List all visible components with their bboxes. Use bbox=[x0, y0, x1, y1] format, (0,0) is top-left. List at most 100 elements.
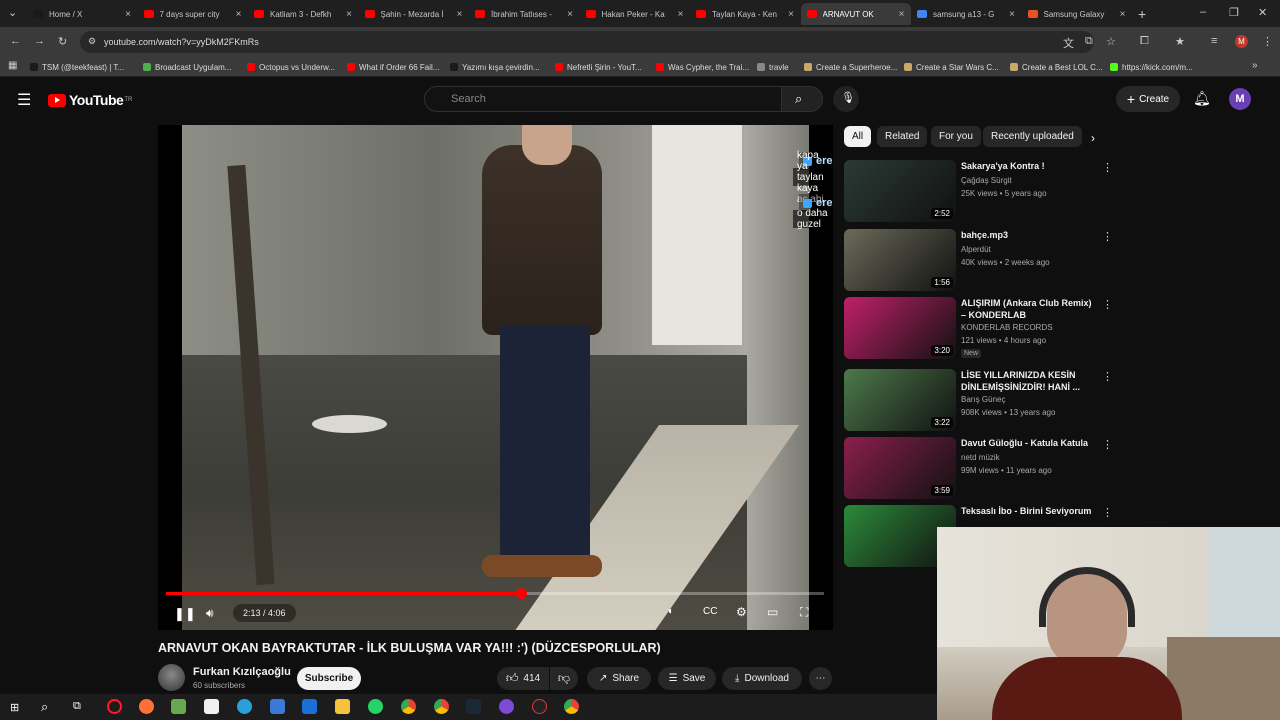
recommendation-thumbnail[interactable]: 1:56 bbox=[844, 229, 956, 291]
channel-avatar[interactable] bbox=[158, 664, 185, 691]
extension-puzzle-icon[interactable]: ★ bbox=[1175, 35, 1185, 48]
recommendation-title[interactable]: bahçe.mp3 bbox=[961, 229, 1096, 241]
bookmark-item[interactable]: Octopus vs Underw... bbox=[247, 60, 335, 74]
browser-tab[interactable]: Katliam 3 - Defkh × bbox=[248, 3, 358, 25]
bookmark-item[interactable]: Create a Best LOL C... bbox=[1010, 60, 1103, 74]
recommendation-item[interactable]: 3:59 Davut Güloğlu - Katula Katula netd mü… bbox=[844, 437, 1209, 499]
bookmark-item[interactable]: travle bbox=[757, 60, 789, 74]
menu-icon[interactable]: ⋮ bbox=[1262, 35, 1273, 48]
video-player[interactable]: eren243 kapa ya taylan kaya aç abi eren2… bbox=[158, 125, 833, 630]
browser-tab[interactable]: Samsung Galaxy × bbox=[1022, 3, 1132, 25]
browser-tab[interactable]: samsung a13 - G × bbox=[911, 3, 1021, 25]
chip-all[interactable]: All bbox=[844, 126, 872, 147]
extensions-icon[interactable]: ⧠ bbox=[1140, 35, 1149, 48]
profile-icon[interactable]: M bbox=[1235, 35, 1248, 48]
new-tab-icon[interactable]: + bbox=[1138, 6, 1146, 22]
whatsapp-icon[interactable] bbox=[368, 699, 383, 714]
app-icon-1[interactable] bbox=[171, 699, 186, 714]
more-actions-button[interactable]: ⋯ bbox=[809, 667, 832, 690]
bookmark-item[interactable]: https://kick.com/m... bbox=[1110, 60, 1193, 74]
bookmark-item[interactable]: What if Order 66 Fail... bbox=[347, 60, 439, 74]
subscribe-button[interactable]: Subscribe bbox=[297, 667, 361, 690]
hamburger-menu-icon[interactable]: ☰ bbox=[17, 90, 31, 110]
download-button[interactable]: ⤓ Download bbox=[722, 667, 802, 690]
chrome-icon-2[interactable] bbox=[434, 699, 449, 714]
translate-icon[interactable]: 文 bbox=[1063, 35, 1074, 51]
address-bar[interactable]: ⚙ youtube.com/watch?v=yyDkM2FKmRs bbox=[80, 31, 1094, 53]
more-vertical-icon[interactable]: ⋮ bbox=[1102, 506, 1113, 519]
fullscreen-icon[interactable]: ⛶ bbox=[800, 605, 808, 620]
more-vertical-icon[interactable]: ⋮ bbox=[1102, 438, 1113, 451]
save-button[interactable]: ☰ Save bbox=[658, 667, 716, 690]
bookmark-item[interactable]: Broadcast Uygulam... bbox=[143, 60, 231, 74]
channel-name[interactable]: Furkan Kızılçaoğlu bbox=[193, 666, 291, 678]
bookmark-item[interactable]: Create a Star Wars C... bbox=[904, 60, 999, 74]
browser-tab[interactable]: 7 days super city × bbox=[138, 3, 248, 25]
tab-close-icon[interactable]: × bbox=[788, 9, 794, 20]
more-vertical-icon[interactable]: ⋮ bbox=[1102, 230, 1113, 243]
search-button[interactable]: ⌕ bbox=[781, 86, 823, 112]
more-vertical-icon[interactable]: ⋮ bbox=[1102, 161, 1113, 174]
recommendation-thumbnail[interactable]: 2:52 bbox=[844, 160, 956, 222]
voice-search-button[interactable]: 🎙 bbox=[833, 86, 859, 112]
like-button[interactable]: 👍︎ 414 bbox=[497, 667, 549, 690]
tab-close-icon[interactable]: × bbox=[1009, 9, 1015, 20]
recommendation-channel[interactable]: Barış Güneç bbox=[961, 395, 1005, 404]
recommendation-item[interactable]: 3:22 LİSE YILLARINIZDA KESİN DİNLEMİŞSİNİ… bbox=[844, 369, 1209, 431]
bookmark-item[interactable]: Was Cypher, the Trai... bbox=[656, 60, 749, 74]
browser-tab[interactable]: Şahin - Mezarda İ × bbox=[359, 3, 469, 25]
create-button[interactable]: + Create bbox=[1116, 86, 1180, 112]
recommendation-thumbnail[interactable]: 3:59 bbox=[844, 437, 956, 499]
back-icon[interactable]: ← bbox=[10, 35, 21, 47]
chip-related[interactable]: Related bbox=[877, 126, 928, 147]
tab-close-icon[interactable]: × bbox=[899, 9, 905, 20]
file-explorer-icon[interactable] bbox=[335, 699, 350, 714]
tab-close-icon[interactable]: × bbox=[236, 9, 242, 20]
media-controls-icon[interactable]: ≡ bbox=[1211, 35, 1217, 47]
tab-close-icon[interactable]: × bbox=[1120, 9, 1126, 20]
dislike-button[interactable]: 👎︎ bbox=[550, 667, 578, 690]
recommendation-title[interactable]: ALIŞIRIM (Ankara Club Remix) – KONDERLAB bbox=[961, 297, 1096, 321]
tab-close-icon[interactable]: × bbox=[346, 9, 352, 20]
browser-tab[interactable]: İbrahim Tatlıses - × bbox=[469, 3, 579, 25]
app-icon-5[interactable] bbox=[532, 699, 547, 714]
bookmark-item[interactable]: TSM (@teekfeast) | T... bbox=[30, 60, 124, 74]
edge-icon[interactable] bbox=[237, 699, 252, 714]
taskbar-search-icon[interactable]: ⌕ bbox=[41, 699, 48, 715]
settings-gear-icon[interactable]: ⚙ bbox=[736, 605, 747, 619]
theater-mode-icon[interactable]: ▭ bbox=[767, 605, 778, 619]
more-vertical-icon[interactable]: ⋮ bbox=[1102, 298, 1113, 311]
chips-next-icon[interactable]: › bbox=[1091, 131, 1095, 145]
tab-close-icon[interactable]: × bbox=[125, 9, 131, 20]
volume-icon[interactable]: 🔊︎ bbox=[206, 606, 214, 621]
browser-tab[interactable]: ARNAVUT OK × bbox=[800, 3, 911, 25]
recommendation-title[interactable]: Teksaslı İbo - Birini Seviyorum bbox=[961, 505, 1096, 517]
task-view-icon[interactable]: ⧉ bbox=[73, 700, 81, 713]
recommendation-title[interactable]: LİSE YILLARINIZDA KESİN DİNLEMİŞSİNİZDİR… bbox=[961, 369, 1096, 393]
chrome-icon-3[interactable] bbox=[564, 699, 579, 714]
windows-start-icon[interactable]: ⊞ bbox=[10, 701, 19, 714]
recommendation-thumbnail[interactable]: 3:20 bbox=[844, 297, 956, 359]
recommendation-channel[interactable]: Alperdüt bbox=[961, 245, 991, 254]
account-avatar[interactable]: M bbox=[1229, 88, 1251, 110]
recommendation-channel[interactable]: KONDERLAB RECORDS bbox=[961, 323, 1053, 332]
bookmark-star-icon[interactable]: ☆ bbox=[1106, 35, 1116, 48]
search-input[interactable]: Search bbox=[424, 86, 782, 112]
opera-icon[interactable] bbox=[107, 699, 122, 714]
browser-tab[interactable]: Taylan Kaya - Ken × bbox=[690, 3, 800, 25]
firefox-icon[interactable] bbox=[139, 699, 154, 714]
apps-grid-icon[interactable]: ▦ bbox=[8, 60, 17, 71]
captions-icon[interactable]: CC bbox=[703, 606, 717, 617]
chrome-icon-1[interactable] bbox=[401, 699, 416, 714]
minimize-icon[interactable]: – bbox=[1200, 6, 1206, 18]
recommendation-item[interactable]: 1:56 bahçe.mp3 Alperdüt 40K views • 2 weeks… bbox=[844, 229, 1209, 291]
recommendation-item[interactable]: 3:20 ALIŞIRIM (Ankara Club Remix) – KONDE… bbox=[844, 297, 1209, 359]
bookmark-item[interactable]: Nefretli Şirin - YouT... bbox=[555, 60, 642, 74]
site-info-icon[interactable]: ⚙ bbox=[88, 36, 96, 47]
pause-icon[interactable]: ❚❚ bbox=[174, 606, 196, 622]
notifications-bell-icon[interactable]: 🔔︎ bbox=[1193, 90, 1211, 107]
youtube-logo[interactable]: YouTube TR bbox=[48, 92, 132, 108]
app-icon-2[interactable] bbox=[270, 699, 285, 714]
browser-tab[interactable]: Hakan Peker - Ka × bbox=[580, 3, 690, 25]
recommendation-title[interactable]: Davut Güloğlu - Katula Katula bbox=[961, 437, 1096, 449]
